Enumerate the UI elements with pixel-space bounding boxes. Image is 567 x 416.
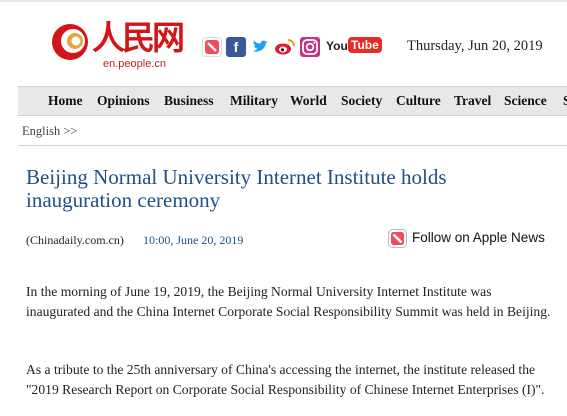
current-date: Thursday, Jun 20, 2019 <box>407 38 543 54</box>
follow-apple-news-label: Follow on Apple News <box>412 230 545 245</box>
nav-item-world[interactable]: World <box>290 93 327 109</box>
apple-news-icon <box>388 229 407 248</box>
top-border <box>0 0 567 2</box>
article-time: 10:00, June 20, 2019 <box>143 233 244 247</box>
nav-item-society[interactable]: Society <box>341 93 382 109</box>
twitter-icon[interactable] <box>250 37 270 57</box>
facebook-icon[interactable]: f <box>226 37 246 57</box>
watermark-icon <box>4 397 58 413</box>
nav-item-travel[interactable]: Travel <box>454 93 491 109</box>
article-source: (Chinadaily.com.cn) <box>26 233 124 247</box>
breadcrumb[interactable]: English >> <box>22 124 77 139</box>
nav-item-culture[interactable]: Culture <box>396 93 441 109</box>
apple-news-icon[interactable] <box>202 37 222 57</box>
nav-item-truncated[interactable]: S <box>563 93 567 109</box>
youtube-icon[interactable]: You Tube <box>326 37 382 57</box>
article-paragraph-1: In the morning of June 19, 2019, the Bei… <box>26 284 551 319</box>
site-logo[interactable]: 人民网 en.people.cn <box>48 16 198 76</box>
article-paragraph-2: As a tribute to the 25th anniversary of … <box>26 362 545 397</box>
article-title: Beijing Normal University Internet Insti… <box>26 165 447 212</box>
people-logo-icon <box>52 24 88 60</box>
nav-item-home[interactable]: Home <box>48 93 83 109</box>
youtube-label-tube: Tube <box>348 37 382 53</box>
instagram-icon[interactable] <box>300 37 320 57</box>
nav-item-business[interactable]: Business <box>164 93 214 109</box>
youtube-label-you: You <box>326 39 348 53</box>
nav-item-opinions[interactable]: Opinions <box>97 93 150 109</box>
logo-domain: en.people.cn <box>103 58 166 70</box>
main-nav: Home Opinions Business Military World So… <box>18 86 567 116</box>
logo-chinese-wordmark: 人民网 <box>92 18 185 57</box>
nav-item-military[interactable]: Military <box>230 93 278 109</box>
nav-item-science[interactable]: Science <box>504 93 547 109</box>
divider <box>18 145 567 146</box>
weibo-icon[interactable] <box>274 37 295 57</box>
